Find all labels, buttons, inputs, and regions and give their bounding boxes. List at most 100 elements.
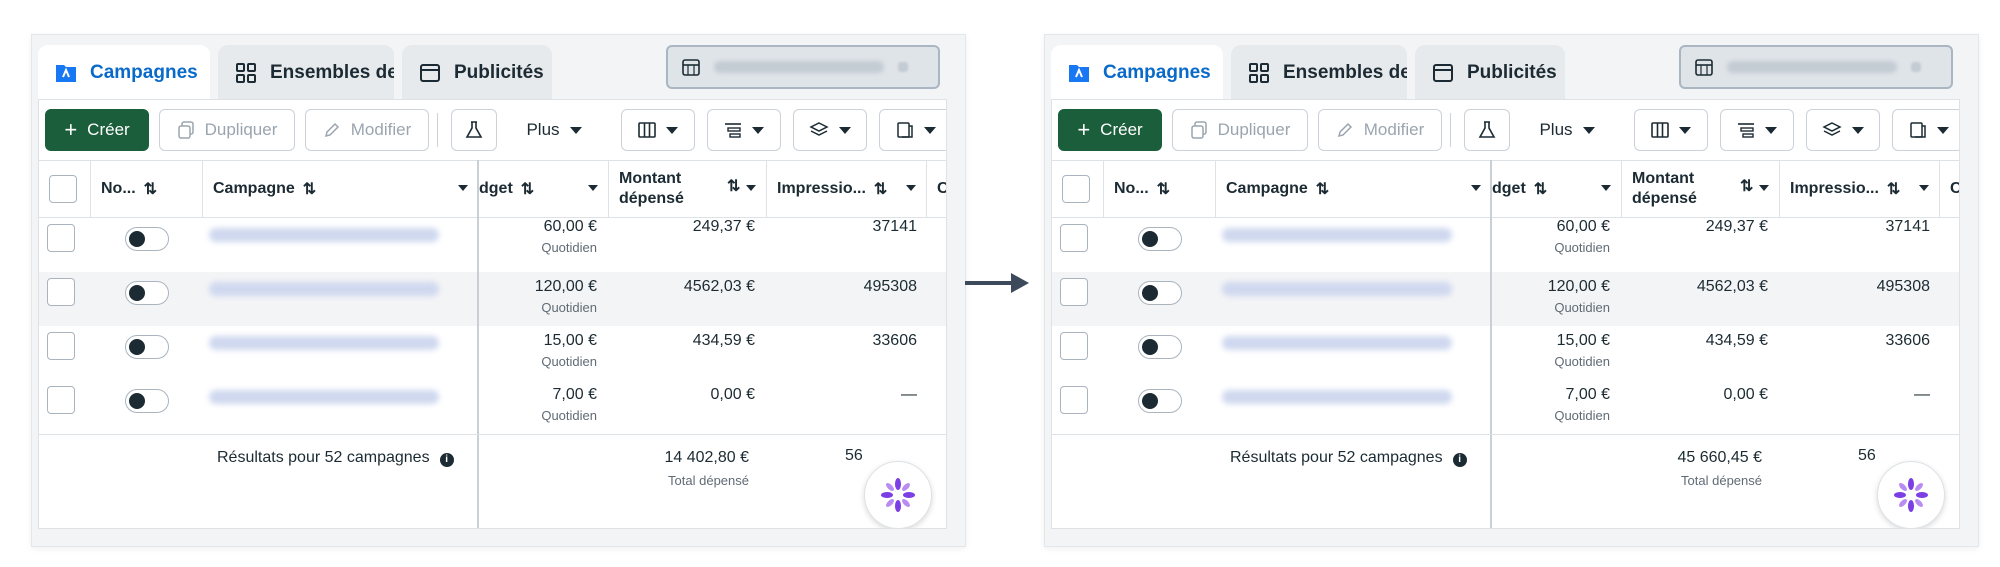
sort-icon[interactable]: ⇅	[1157, 179, 1170, 199]
columns-button[interactable]	[621, 109, 695, 151]
caret-down-icon[interactable]	[746, 185, 756, 191]
col-header-next[interactable]: C	[927, 161, 946, 217]
create-button[interactable]: + Créer	[45, 109, 149, 151]
campaign-name-redacted[interactable]	[1222, 228, 1452, 242]
campaign-name-redacted[interactable]	[1222, 282, 1452, 296]
toggle-knob	[129, 339, 145, 355]
sort-icon[interactable]: ⇅	[144, 179, 157, 199]
status-toggle[interactable]	[125, 281, 169, 305]
tab-ad-sets[interactable]: Ensembles de	[1231, 45, 1407, 101]
reports-button[interactable]	[879, 109, 946, 151]
sort-icon[interactable]: ⇅	[1740, 177, 1753, 197]
sort-icon[interactable]: ⇅	[521, 179, 534, 199]
row-checkbox[interactable]	[47, 386, 75, 414]
ai-assistant-button[interactable]	[864, 461, 932, 528]
impressions-cell: 33606	[1885, 332, 1931, 349]
table-row[interactable]: 120,00 € Quotidien 4562,03 € 495308	[1052, 272, 1959, 326]
status-toggle[interactable]	[1138, 389, 1182, 413]
sort-icon[interactable]: ⇅	[727, 177, 740, 197]
sort-icon[interactable]: ⇅	[1534, 179, 1547, 199]
edit-button[interactable]: Modifier	[1318, 109, 1442, 151]
tab-campaigns[interactable]: Campagnes	[38, 45, 210, 101]
info-icon[interactable]: i	[1452, 453, 1467, 467]
status-toggle[interactable]	[1138, 335, 1182, 359]
table-row[interactable]: 7,00 € Quotidien 0,00 € —	[1052, 380, 1959, 434]
caret-down-icon[interactable]	[458, 185, 468, 191]
caret-down-icon[interactable]	[906, 185, 916, 191]
col-header-budget[interactable]: dget ⇅	[1492, 161, 1622, 217]
tab-label: Publicités	[1467, 62, 1557, 83]
table-row[interactable]: 7,00 € Quotidien 0,00 € —	[39, 380, 946, 434]
status-toggle[interactable]	[1138, 227, 1182, 251]
breakdown-button[interactable]	[707, 109, 781, 151]
campaign-name-redacted[interactable]	[209, 336, 439, 350]
budget-cell: 7,00 € Quotidien	[541, 386, 597, 423]
caret-down-icon[interactable]	[1471, 185, 1481, 191]
info-icon[interactable]: i	[439, 453, 454, 467]
col-header-campaign[interactable]: Campagne ⇅	[203, 161, 479, 217]
caret-down-icon[interactable]	[588, 185, 598, 191]
row-checkbox[interactable]	[47, 224, 75, 252]
campaign-name-redacted[interactable]	[209, 282, 439, 296]
table-row[interactable]: 60,00 € Quotidien 249,37 € 37141	[39, 218, 946, 272]
caret-down-icon[interactable]	[1601, 185, 1611, 191]
campaign-name-redacted[interactable]	[209, 228, 439, 242]
row-checkbox[interactable]	[1060, 386, 1088, 414]
ai-assistant-button[interactable]	[1877, 461, 1945, 528]
table-row[interactable]: 15,00 € Quotidien 434,59 € 33606	[1052, 326, 1959, 380]
reports-button[interactable]	[1892, 109, 1959, 151]
campaign-name-redacted[interactable]	[209, 390, 439, 404]
layers-button[interactable]	[1806, 109, 1880, 151]
select-all-checkbox[interactable]	[1062, 175, 1090, 203]
sort-icon[interactable]: ⇅	[303, 179, 316, 199]
layers-button[interactable]	[793, 109, 867, 151]
status-toggle[interactable]	[125, 335, 169, 359]
status-toggle[interactable]	[125, 389, 169, 413]
col-header-spent[interactable]: Montant dépensé ⇅	[609, 161, 767, 217]
tab-label: Campagnes	[90, 62, 198, 83]
col-header-name[interactable]: No... ⇅	[1104, 161, 1216, 217]
tab-campaigns[interactable]: Campagnes	[1051, 45, 1223, 101]
duplicate-button[interactable]: Dupliquer	[159, 109, 295, 151]
tab-ad-sets[interactable]: Ensembles de	[218, 45, 394, 101]
sort-icon[interactable]: ⇅	[874, 179, 887, 199]
col-header-spent[interactable]: Montant dépensé ⇅	[1622, 161, 1780, 217]
col-header-budget[interactable]: dget ⇅	[479, 161, 609, 217]
row-checkbox[interactable]	[1060, 278, 1088, 306]
campaign-name-redacted[interactable]	[1222, 336, 1452, 350]
table-row[interactable]: 60,00 € Quotidien 249,37 € 37141	[1052, 218, 1959, 272]
toolbar-divider	[1450, 113, 1451, 147]
col-header-next[interactable]: C	[1940, 161, 1959, 217]
caret-down-icon[interactable]	[1919, 185, 1929, 191]
caret-down-icon[interactable]	[1759, 185, 1769, 191]
tab-ads[interactable]: Publicités	[402, 45, 552, 101]
row-checkbox[interactable]	[1060, 332, 1088, 360]
create-button[interactable]: + Créer	[1058, 109, 1162, 151]
status-toggle[interactable]	[125, 227, 169, 251]
campaign-name-redacted[interactable]	[1222, 390, 1452, 404]
ab-test-button[interactable]	[451, 109, 497, 151]
date-range-picker[interactable]	[1679, 45, 1953, 89]
more-button[interactable]: Plus	[1522, 109, 1612, 151]
col-header-name[interactable]: No... ⇅	[91, 161, 203, 217]
select-all-checkbox[interactable]	[49, 175, 77, 203]
tab-ads[interactable]: Publicités	[1415, 45, 1565, 101]
table-row[interactable]: 120,00 € Quotidien 4562,03 € 495308	[39, 272, 946, 326]
edit-button[interactable]: Modifier	[305, 109, 429, 151]
col-header-campaign[interactable]: Campagne ⇅	[1216, 161, 1492, 217]
sort-icon[interactable]: ⇅	[1887, 179, 1900, 199]
col-header-impressions[interactable]: Impressio... ⇅	[767, 161, 927, 217]
row-checkbox[interactable]	[1060, 224, 1088, 252]
sort-icon[interactable]: ⇅	[1316, 179, 1329, 199]
columns-button[interactable]	[1634, 109, 1708, 151]
row-checkbox[interactable]	[47, 332, 75, 360]
col-header-impressions[interactable]: Impressio... ⇅	[1780, 161, 1940, 217]
date-range-picker[interactable]	[666, 45, 940, 89]
status-toggle[interactable]	[1138, 281, 1182, 305]
breakdown-button[interactable]	[1720, 109, 1794, 151]
more-button[interactable]: Plus	[509, 109, 599, 151]
row-checkbox[interactable]	[47, 278, 75, 306]
duplicate-button[interactable]: Dupliquer	[1172, 109, 1308, 151]
table-row[interactable]: 15,00 € Quotidien 434,59 € 33606	[39, 326, 946, 380]
ab-test-button[interactable]	[1464, 109, 1510, 151]
